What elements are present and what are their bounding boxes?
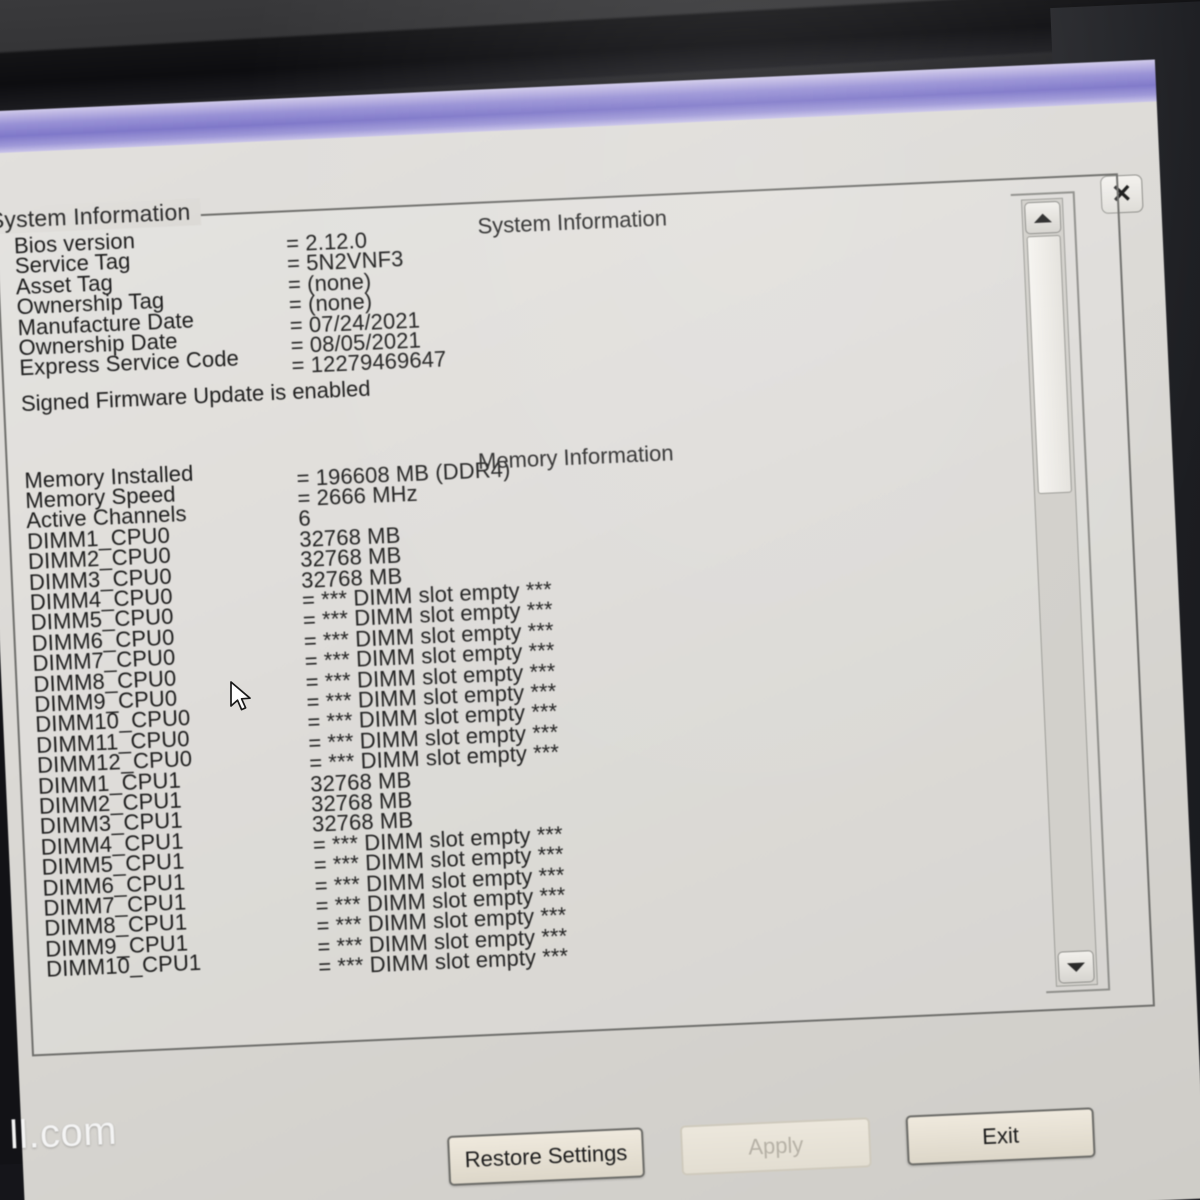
information-list-panel[interactable]: Bios version Service Tag Asset Tag Ownershi… [8, 188, 1141, 1036]
bios-window-body: ✕ System Information Bios version Service… [0, 101, 1200, 1200]
triangle-up-icon [1033, 212, 1052, 223]
scroll-up-button[interactable] [1024, 200, 1062, 235]
exit-button[interactable]: Exit [905, 1107, 1096, 1166]
info-row-value: = 12279469647 [291, 346, 447, 379]
apply-button[interactable]: Apply [679, 1117, 872, 1176]
info-row-label: DIMM10_CPU1 [45, 950, 202, 982]
bios-setup-screen: ✕ System Information Bios version Service… [0, 59, 1200, 1200]
info-row-value: = 2666 MHz [296, 480, 419, 512]
mouse-cursor-icon [230, 681, 251, 711]
section-note: Signed Firmware Update is enabled [20, 375, 371, 417]
section-heading: Memory Information [477, 439, 675, 474]
restore-settings-button[interactable]: Restore Settings [447, 1127, 646, 1187]
info-row-label: Express Service Code [18, 345, 240, 381]
screenshot-root: ✕ System Information Bios version Service… [0, 0, 1200, 1200]
dialog-button-row: Restore Settings Apply Exit [22, 1102, 1200, 1200]
triangle-down-icon [1066, 962, 1086, 972]
scroll-down-button[interactable] [1057, 950, 1095, 984]
scrollbar-thumb[interactable] [1026, 234, 1073, 495]
